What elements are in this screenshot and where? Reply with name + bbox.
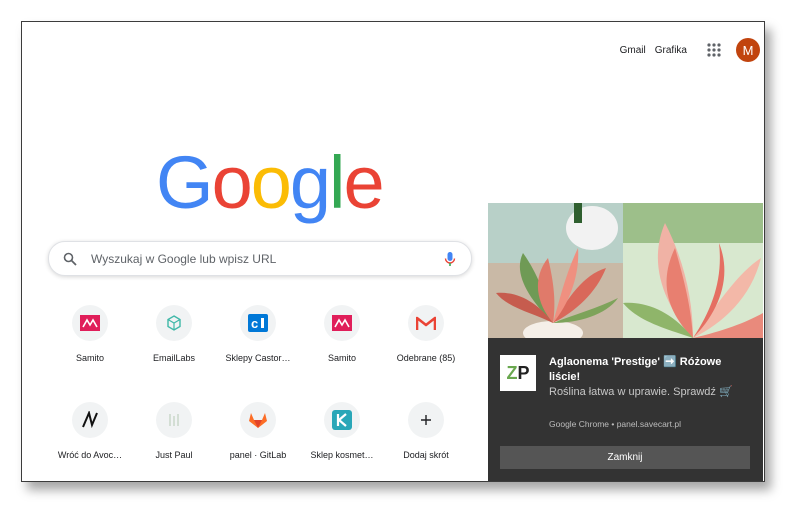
shortcut-tile[interactable]: panel · GitLab	[216, 402, 300, 481]
shop-k-icon	[332, 410, 352, 430]
shortcut-label: panel · GitLab	[229, 450, 287, 460]
shortcut-label: Just Paul	[155, 450, 193, 460]
shortcut-label: Odebrane (85)	[396, 353, 456, 363]
gitlab-icon	[249, 413, 267, 428]
shortcut-label: Sklepy Castor…	[225, 353, 291, 363]
notification-title: Aglaonema 'Prestige' ➡️ Różowe liście!	[549, 356, 722, 383]
castorama-icon: c	[248, 314, 268, 332]
shortcut-label: Sklep kosmet…	[310, 450, 374, 460]
browser-page: Gmail Grafika M Google Wyszukaj w Google…	[21, 21, 765, 482]
google-logo: Google	[156, 141, 385, 224]
avocado-icon	[82, 411, 98, 429]
notification-source: Google Chrome • panel.savecart.pl	[549, 419, 681, 429]
images-link[interactable]: Grafika	[655, 45, 687, 56]
search-input[interactable]	[89, 250, 435, 267]
svg-text:c: c	[251, 316, 258, 331]
gmail-link[interactable]: Gmail	[620, 45, 646, 56]
close-notification-button[interactable]: Zamknij	[500, 446, 750, 469]
emaillabs-icon	[167, 315, 181, 331]
shortcut-tile[interactable]: Samito	[48, 305, 132, 399]
shortcut-label: Wróć do Avoc…	[57, 450, 123, 460]
shortcut-tile[interactable]: c Sklepy Castor…	[216, 305, 300, 399]
shortcut-tile[interactable]: Samito	[300, 305, 384, 399]
shortcut-label: EmailLabs	[152, 353, 196, 363]
gmail-icon	[416, 316, 436, 330]
avatar[interactable]: M	[736, 38, 760, 62]
justpaul-icon	[169, 414, 179, 426]
shortcut-tile[interactable]: Just Paul	[132, 402, 216, 481]
shortcut-tile[interactable]: Sklep kosmet…	[300, 402, 384, 481]
shortcut-tile[interactable]: Odebrane (85)	[384, 305, 468, 399]
shortcut-label: Samito	[327, 353, 356, 363]
shortcut-tile[interactable]: Wróć do Avoc…	[48, 402, 132, 481]
shortcut-label: Samito	[75, 353, 104, 363]
search-icon	[63, 252, 77, 266]
microphone-icon[interactable]	[443, 251, 457, 267]
plant-photo-right	[623, 203, 763, 338]
search-box[interactable]	[48, 241, 472, 276]
samito-icon	[332, 315, 352, 331]
samito-icon	[80, 315, 100, 331]
push-notification: ZP Aglaonema 'Prestige' ➡️ Różowe liście…	[488, 203, 763, 481]
apps-grid-icon[interactable]	[704, 40, 724, 60]
plant-photo-left	[488, 203, 623, 338]
notification-logo: ZP	[500, 355, 536, 391]
notification-image	[488, 203, 763, 338]
add-shortcut-tile[interactable]: Dodaj skrót	[384, 402, 468, 481]
notification-body: Roślina łatwa w uprawie. Sprawdź 🛒	[549, 386, 733, 398]
shortcut-tile[interactable]: EmailLabs	[132, 305, 216, 399]
shortcut-label: Dodaj skrót	[403, 450, 449, 460]
plus-icon	[421, 415, 431, 425]
top-bar: Gmail Grafika M	[620, 36, 764, 64]
